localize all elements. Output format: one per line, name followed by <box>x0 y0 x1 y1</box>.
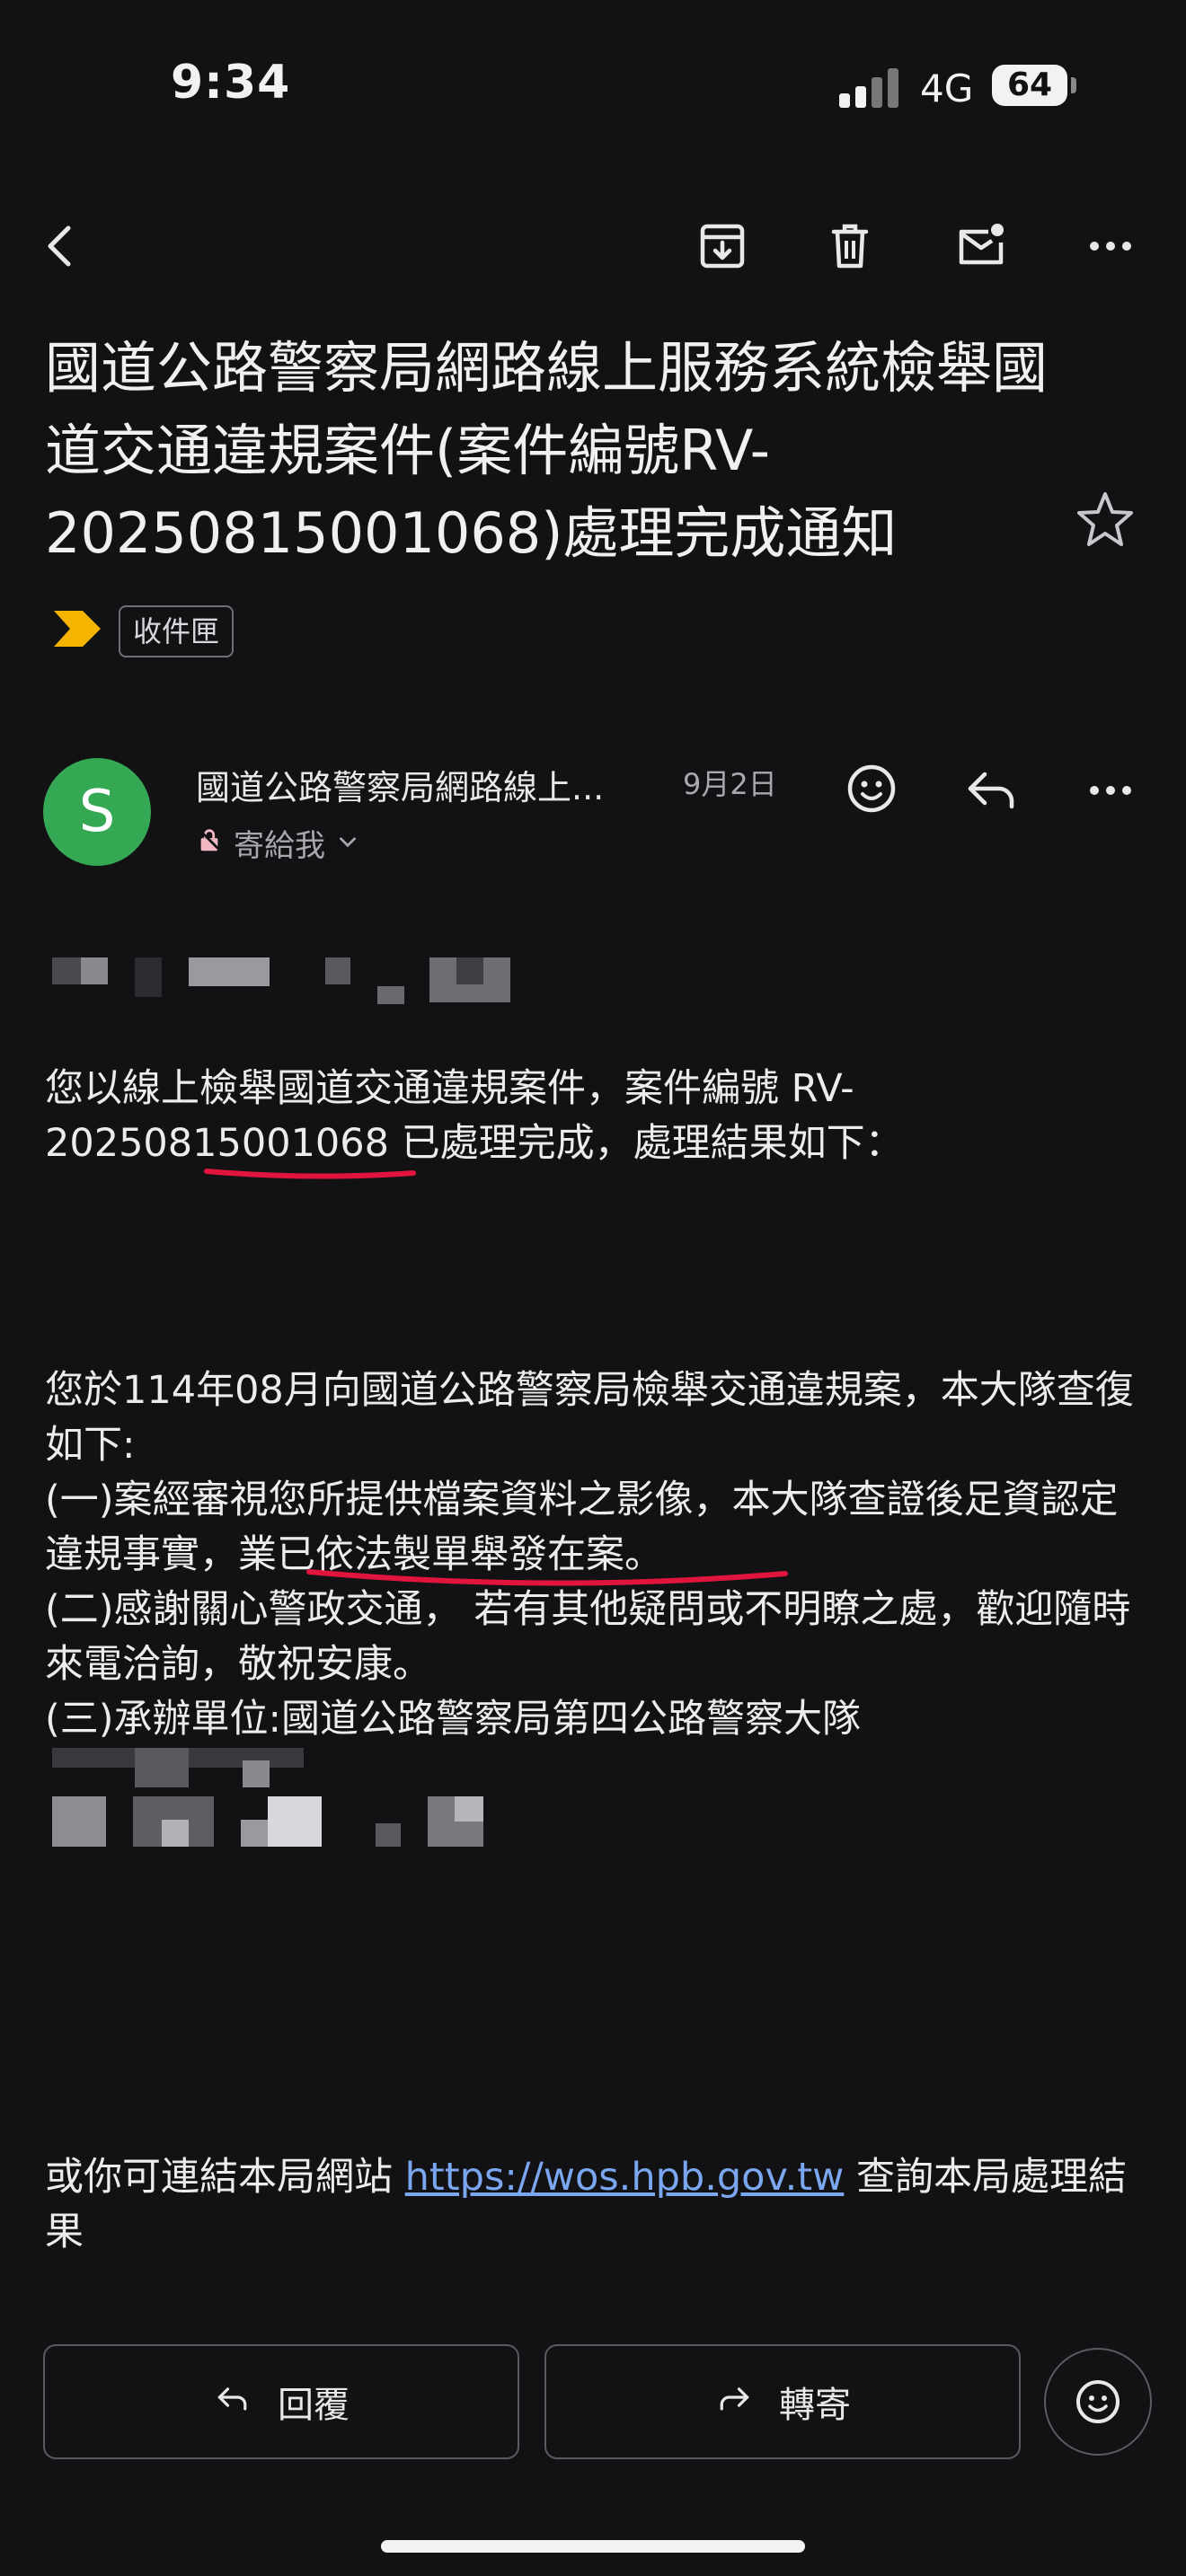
emoji-reaction-button[interactable] <box>1044 2348 1152 2456</box>
network-type: 4G <box>920 66 974 110</box>
battery-icon: 64 <box>992 65 1067 106</box>
lock-icon <box>196 825 223 861</box>
redacted-block <box>456 957 483 984</box>
redacted-block <box>376 1823 401 1847</box>
redacted-block <box>81 957 108 984</box>
body-paragraph-1: 您以線上檢舉國道交通違規案件，案件編號 RV-20250815001068 已處… <box>45 1066 904 1166</box>
email-subject: 國道公路警察局網路線上服務系統檢舉國道交通違規案件(案件編號RV-2025081… <box>45 335 1049 566</box>
redacted-block <box>377 986 404 1004</box>
redacted-block <box>243 1760 270 1787</box>
emoji-react-icon[interactable] <box>837 754 906 823</box>
home-indicator[interactable] <box>381 2540 805 2553</box>
redacted-block <box>135 957 162 997</box>
inbox-label-chip[interactable]: 收件匣 <box>119 605 235 657</box>
back-icon[interactable] <box>27 212 95 280</box>
website-link[interactable]: https://wos.hpb.gov.tw <box>405 2155 845 2200</box>
reply-icon <box>213 2378 252 2426</box>
chevron-down-icon[interactable] <box>336 825 359 861</box>
important-marker-icon <box>54 611 101 647</box>
red-underline-annotation <box>306 1569 788 1586</box>
body-paragraph-2: 您於114年08月向國道公路警察局檢舉交通違規案，本大隊查復如下: (一)案經審… <box>45 1363 1150 1747</box>
star-icon[interactable] <box>1071 485 1139 553</box>
forward-icon <box>714 2378 754 2426</box>
link-prefix: 或你可連結本局網站 <box>45 2155 405 2200</box>
battery-tip <box>1071 77 1076 93</box>
signal-icon <box>839 66 900 108</box>
more-icon[interactable] <box>1076 754 1145 823</box>
emoji-icon <box>1076 2380 1120 2423</box>
more-icon[interactable] <box>1076 212 1145 280</box>
redacted-block <box>455 1796 483 1822</box>
redacted-block <box>189 957 270 986</box>
avatar[interactable]: S <box>43 758 151 866</box>
email-date: 9月2日 <box>683 767 777 801</box>
forward-button[interactable]: 轉寄 <box>544 2344 1021 2459</box>
reply-icon[interactable] <box>958 754 1026 823</box>
redacted-block <box>241 1820 268 1847</box>
archive-icon[interactable] <box>688 212 757 280</box>
mark-unread-icon[interactable] <box>947 212 1015 280</box>
reply-button[interactable]: 回覆 <box>43 2344 519 2459</box>
redacted-block <box>268 1796 322 1847</box>
delete-icon[interactable] <box>816 212 884 280</box>
forward-label: 轉寄 <box>779 2385 851 2426</box>
status-time: 9:34 <box>171 56 291 110</box>
body-line: 您於114年08月向國道公路警察局檢舉交通違規案，本大隊查復如下: <box>45 1368 1134 1468</box>
recipient-row[interactable]: 寄給我 <box>196 821 359 865</box>
recipient-label: 寄給我 <box>234 828 325 864</box>
redacted-block <box>52 1796 106 1847</box>
reply-label: 回覆 <box>278 2385 350 2426</box>
body-line: (三)承辦單位:國道公路警察局第四公路警察大隊 <box>45 1697 862 1742</box>
body-line: (二)感謝關心警政交通， 若有其他疑問或不明瞭之處，歡迎隨時來電洽詢，敬祝安康。 <box>45 1587 1131 1687</box>
body-paragraph-3: 或你可連結本局網站 https://wos.hpb.gov.tw 查詢本局處理結… <box>45 2150 1150 2260</box>
red-underline-annotation <box>204 1169 416 1179</box>
sender-name[interactable]: 國道公路警察局網路線上... <box>196 760 645 809</box>
redacted-block <box>135 1748 189 1787</box>
redacted-block <box>162 1820 189 1847</box>
redacted-block <box>325 957 350 984</box>
